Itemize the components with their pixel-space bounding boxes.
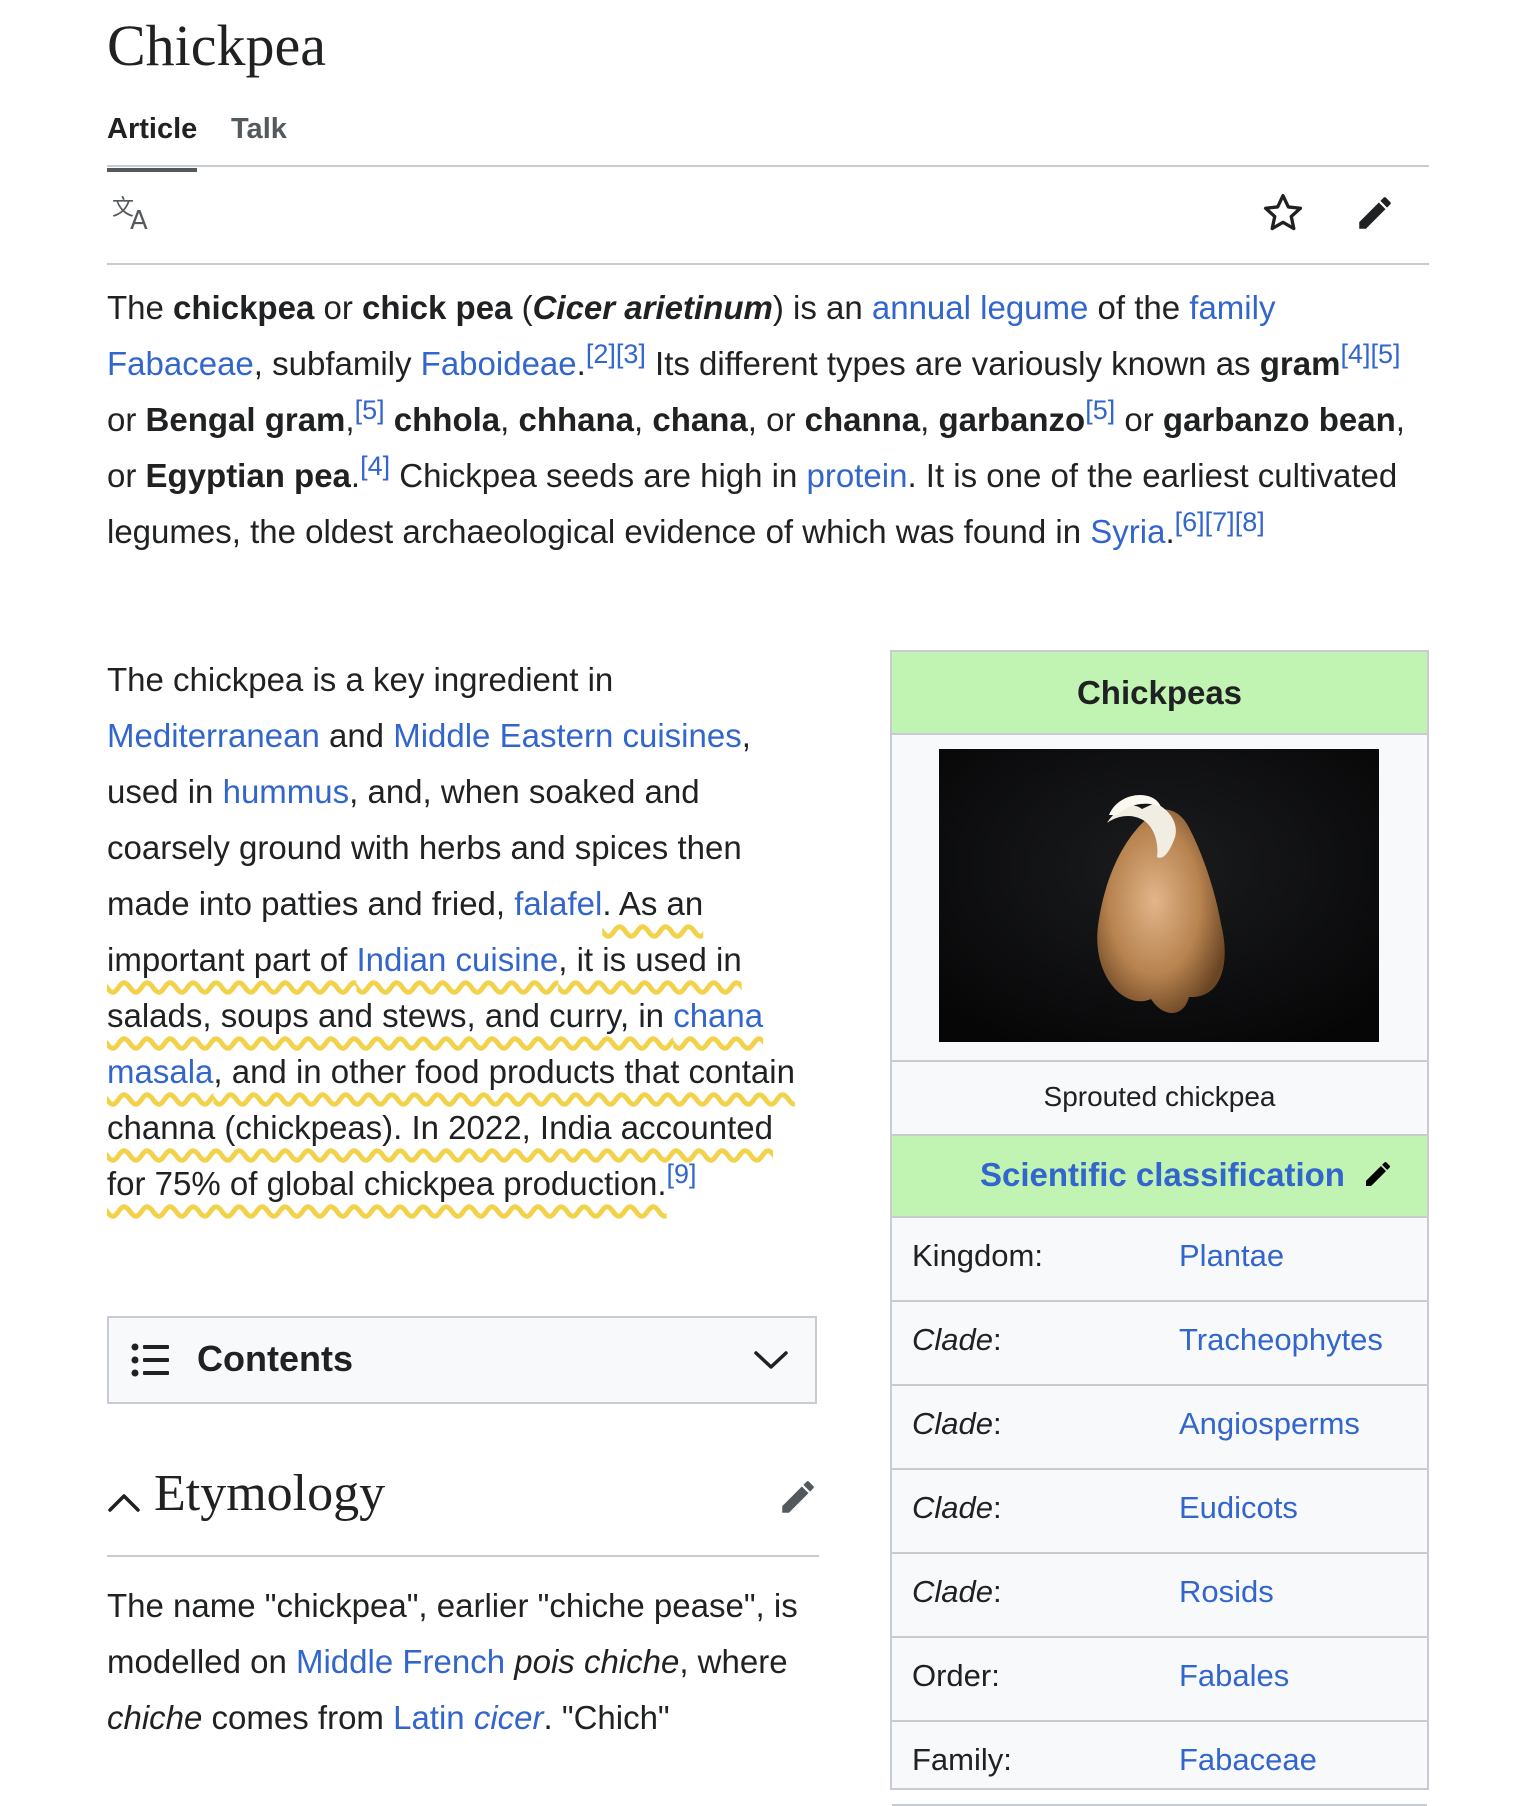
contents-toggle[interactable]: Contents <box>107 1316 817 1404</box>
taxonomy-row: Family: Fabaceae <box>892 1722 1427 1806</box>
taxonomy-value-link[interactable]: Eudicots <box>1179 1490 1298 1526</box>
citation-5[interactable]: [5] <box>355 395 385 425</box>
svg-text:A: A <box>130 206 148 233</box>
link-faboideae[interactable]: Faboideae <box>421 345 577 382</box>
etymology-section-header[interactable]: Etymology <box>107 1460 819 1557</box>
edit-page-button[interactable] <box>1347 187 1403 243</box>
pencil-icon <box>777 1481 819 1522</box>
article-page: Chickpea Article Talk 文 A The chickpea o… <box>107 0 1429 1806</box>
citation-3[interactable]: [3] <box>616 339 646 369</box>
citation-9[interactable]: [9] <box>667 1159 697 1189</box>
section-title: Etymology <box>154 1465 386 1522</box>
taxonomy-row: Kingdom: Plantae <box>892 1218 1427 1302</box>
scientific-classification-link[interactable]: Scientific classification <box>980 1156 1345 1194</box>
lead-paragraph: The chickpea or chick pea (Cicer arietin… <box>107 289 1405 550</box>
link-middle-french[interactable]: Middle French <box>296 1643 505 1680</box>
link-annual-legume[interactable]: annual legume <box>872 289 1089 326</box>
link-hummus[interactable]: hummus <box>223 773 350 810</box>
link-cicer[interactable]: cicer <box>474 1699 544 1736</box>
translate-icon: 文 A <box>112 193 158 238</box>
taxonomy-value-link[interactable]: Rosids <box>1179 1574 1274 1610</box>
highlighted-text: . As an important part of Indian cuisine… <box>107 885 795 1202</box>
link-latin[interactable]: Latin <box>393 1699 465 1736</box>
taxonomy-row: Clade: Tracheophytes <box>892 1302 1427 1386</box>
taxonomy-rank: Clade: <box>912 1490 1002 1525</box>
taxonomy-row: Order: Fabales <box>892 1638 1427 1722</box>
taxonomy-rank: Kingdom: <box>912 1238 1043 1273</box>
citation-4[interactable]: [4] <box>1340 339 1370 369</box>
infobox: Chickpeas Sprouted chickpea Scientific c… <box>890 650 1429 1806</box>
edit-section-button[interactable] <box>777 1476 819 1523</box>
link-falafel[interactable]: falafel <box>514 885 602 922</box>
taxonomy-value-link[interactable]: Angiosperms <box>1179 1406 1360 1442</box>
taxonomy-rank: Family: <box>912 1742 1012 1777</box>
language-button[interactable]: 文 A <box>107 187 163 243</box>
pencil-icon <box>1362 1162 1394 1194</box>
link-indian-cuisine[interactable]: Indian cuisine <box>356 941 558 978</box>
infobox-title: Chickpeas <box>892 652 1427 733</box>
citation-5[interactable]: [5] <box>1370 339 1400 369</box>
taxonomy-value-link[interactable]: Fabaceae <box>1179 1742 1317 1778</box>
list-icon <box>131 1342 171 1383</box>
watch-button[interactable] <box>1255 187 1311 243</box>
citation-6[interactable]: [6] <box>1175 507 1205 537</box>
star-icon <box>1261 191 1305 240</box>
citation-5[interactable]: [5] <box>1085 395 1115 425</box>
citation-8[interactable]: [8] <box>1235 507 1265 537</box>
taxonomy-row: Clade: Rosids <box>892 1554 1427 1638</box>
citation-7[interactable]: [7] <box>1205 507 1235 537</box>
chevron-down-icon <box>753 1348 789 1377</box>
citation-2[interactable]: [2] <box>586 339 616 369</box>
etymology-paragraph: The name "chickpea", earlier "chiche pea… <box>107 1587 798 1736</box>
infobox-image-cell <box>892 733 1427 1062</box>
page-toolbar: 文 A <box>107 167 1429 265</box>
taxonomy-row: Clade: Eudicots <box>892 1470 1427 1554</box>
page-title: Chickpea <box>107 13 327 78</box>
contents-label: Contents <box>197 1338 353 1379</box>
scientific-classification-header: Scientific classification <box>892 1136 1427 1218</box>
tab-talk[interactable]: Talk <box>231 113 287 146</box>
taxonomy-value-link[interactable]: Fabales <box>1179 1658 1289 1694</box>
tab-article[interactable]: Article <box>107 113 198 172</box>
chevron-up-icon[interactable] <box>107 1490 141 1519</box>
taxonomy-rank: Clade: <box>912 1574 1002 1609</box>
link-mediterranean[interactable]: Mediterranean <box>107 717 320 754</box>
taxonomy-rank: Clade: <box>912 1406 1002 1441</box>
chickpea-image[interactable] <box>939 749 1379 1042</box>
link-syria[interactable]: Syria <box>1090 513 1165 550</box>
cuisine-paragraph: The chickpea is a key ingredient in Medi… <box>107 661 795 1202</box>
infobox-caption: Sprouted chickpea <box>892 1060 1427 1136</box>
link-family[interactable]: family <box>1189 289 1275 326</box>
pencil-icon <box>1354 192 1396 239</box>
namespace-tabs: Article Talk <box>107 105 1429 172</box>
link-protein[interactable]: protein <box>807 457 908 494</box>
link-middle-eastern-cuisines[interactable]: Middle Eastern cuisines <box>393 717 742 754</box>
taxonomy-value-link[interactable]: Tracheophytes <box>1179 1322 1383 1358</box>
taxonomy-rank: Clade: <box>912 1322 1002 1357</box>
taxonomy-value-link[interactable]: Plantae <box>1179 1238 1284 1274</box>
taxonomy-row: Clade: Angiosperms <box>892 1386 1427 1470</box>
link-fabaceae[interactable]: Fabaceae <box>107 345 254 382</box>
edit-classification-button[interactable] <box>1362 1158 1394 1195</box>
citation-4[interactable]: [4] <box>360 451 390 481</box>
taxonomy-rank: Order: <box>912 1658 1000 1693</box>
